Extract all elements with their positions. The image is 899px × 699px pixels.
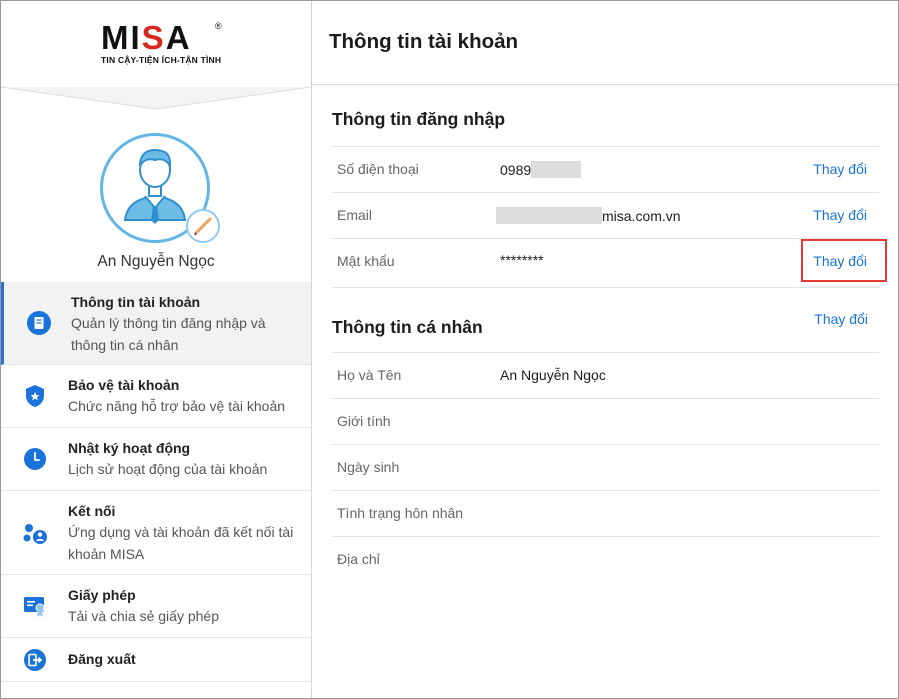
misa-logo[interactable]: MISA ® TIN CẬY-TIỆN ÍCH-TẬN TÌNH <box>101 21 225 71</box>
sidebar-item-title: Đăng xuất <box>68 651 136 667</box>
registered-mark: ® <box>215 21 222 31</box>
gender-row: Giới tính <box>332 398 879 444</box>
login-info-section-title: Thông tin đăng nhập <box>332 109 506 129</box>
clock-icon <box>24 448 46 470</box>
avatar[interactable] <box>100 133 220 245</box>
sidebar-item-desc: Ứng dụng và tài khoản đã kết nối tài <box>68 524 294 540</box>
sidebar-item-account-protection[interactable]: Bảo vệ tài khoản Chức năng hỗ trợ bảo vệ… <box>1 365 311 428</box>
redacted-block <box>496 207 602 224</box>
fullname-value: An Nguyễn Ngọc <box>500 367 606 383</box>
sidebar-item-title: Bảo vệ tài khoản <box>68 377 180 393</box>
sidebar-item-connections[interactable]: Kết nối Ứng dụng và tài khoản đã kết nối… <box>1 491 311 575</box>
birthday-row: Ngày sinh <box>332 444 879 490</box>
user-display-name: An Nguyễn Ngọc <box>97 253 215 270</box>
email-row: Email misa.com.vn Thay đổi <box>332 192 879 238</box>
sidebar-item-activity-log[interactable]: Nhật ký hoạt động Lịch sử hoạt động của … <box>1 428 311 491</box>
phone-value: 0989 <box>500 161 582 178</box>
sidebar-item-title: Nhật ký hoạt động <box>68 440 191 456</box>
license-icon <box>24 597 45 617</box>
sidebar: MISA ® TIN CẬY-TIỆN ÍCH-TẬN TÌNH An Nguy… <box>1 1 312 698</box>
sidebar-item-desc: khoản MISA <box>68 546 145 562</box>
birthday-label: Ngày sinh <box>337 459 400 475</box>
account-info-icon <box>27 311 51 335</box>
sidebar-menu: Thông tin tài khoản Quản lý thông tin đă… <box>1 282 311 682</box>
sidebar-item-logout[interactable]: Đăng xuất <box>1 638 311 682</box>
logo-wordmark: MISA <box>101 19 192 56</box>
app-window: MISA ® TIN CẬY-TIỆN ÍCH-TẬN TÌNH An Nguy… <box>0 0 899 699</box>
main-content: Thông tin tài khoản Thông tin đăng nhập … <box>312 1 898 698</box>
fullname-label: Họ và Tên <box>337 367 402 383</box>
sidebar-item-title: Giấy phép <box>68 587 136 603</box>
edit-avatar-button[interactable] <box>186 209 220 243</box>
sidebar-item-desc: Lịch sử hoạt động của tài khoản <box>68 461 268 477</box>
sidebar-item-license[interactable]: Giấy phép Tải và chia sẻ giấy phép <box>1 575 311 638</box>
change-personal-info-link[interactable]: Thay đổi <box>814 311 868 327</box>
sidebar-item-desc: Chức năng hỗ trợ bảo vệ tài khoản <box>68 398 286 414</box>
sidebar-item-account-info[interactable]: Thông tin tài khoản Quản lý thông tin đă… <box>1 282 311 365</box>
main-header: Thông tin tài khoản <box>312 1 898 85</box>
pencil-icon <box>194 217 212 236</box>
sidebar-item-title: Kết nối <box>68 503 116 519</box>
address-label: Địa chỉ <box>337 551 380 567</box>
password-value: ******** <box>500 252 544 268</box>
sidebar-header: MISA ® TIN CẬY-TIỆN ÍCH-TẬN TÌNH <box>1 1 311 111</box>
password-row: Mật khẩu ******** Thay đổi <box>332 238 879 288</box>
sidebar-item-desc: thông tin cá nhân <box>71 337 179 353</box>
personal-info-section-title: Thông tin cá nhân <box>332 317 483 337</box>
phone-row: Số điện thoại 0989 Thay đổi <box>332 146 879 192</box>
password-label: Mật khẩu <box>337 253 395 269</box>
logo-tagline: TIN CẬY-TIỆN ÍCH-TẬN TÌNH <box>101 55 222 65</box>
shield-icon <box>26 385 44 407</box>
email-value: misa.com.vn <box>496 207 681 224</box>
marital-status-row: Tình trạng hôn nhân <box>332 490 879 536</box>
sidebar-item-title: Thông tin tài khoản <box>71 294 201 310</box>
fullname-row: Họ và Tên An Nguyễn Ngọc <box>332 352 879 398</box>
change-phone-link[interactable]: Thay đổi <box>813 161 867 177</box>
connections-icon <box>23 523 47 544</box>
sidebar-item-desc: Tải và chia sẻ giấy phép <box>68 608 219 624</box>
gender-label: Giới tính <box>337 413 391 429</box>
change-email-link[interactable]: Thay đổi <box>813 207 867 223</box>
sidebar-item-desc: Quản lý thông tin đăng nhập và <box>71 315 266 331</box>
email-label: Email <box>337 207 373 223</box>
redacted-block <box>531 161 582 178</box>
highlight-annotation <box>801 239 887 282</box>
logout-icon <box>24 648 46 671</box>
phone-label: Số điện thoại <box>337 161 419 177</box>
page-title: Thông tin tài khoản <box>329 30 519 53</box>
address-row: Địa chỉ <box>332 536 879 582</box>
marital-status-label: Tình trạng hôn nhân <box>337 505 464 521</box>
